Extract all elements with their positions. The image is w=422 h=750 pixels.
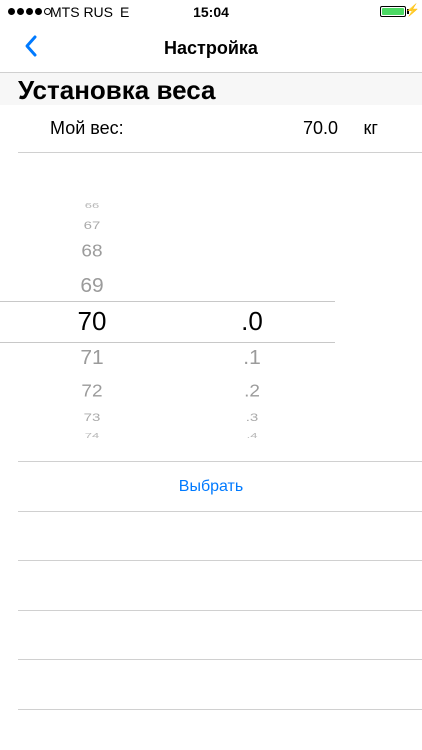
divider bbox=[18, 461, 422, 462]
picker-option[interactable]: 67 bbox=[52, 219, 132, 230]
divider bbox=[18, 709, 422, 710]
picker-selection-band bbox=[0, 301, 335, 343]
choose-button[interactable]: Выбрать bbox=[0, 478, 422, 496]
weight-label: Мой вес: bbox=[50, 118, 124, 138]
weight-unit: кг bbox=[363, 118, 378, 138]
picker-option[interactable]: .3 bbox=[222, 411, 282, 422]
picker-selected-value[interactable]: .0 bbox=[222, 308, 282, 334]
picker-option[interactable]: 69 bbox=[52, 275, 132, 295]
battery-icon bbox=[380, 6, 406, 17]
status-time: 15:04 bbox=[193, 4, 229, 20]
charging-bolt-icon: ⚡ bbox=[405, 3, 420, 17]
picker-option[interactable]: 73 bbox=[52, 411, 132, 422]
weight-row: Мой вес: 70.0 кг bbox=[18, 104, 422, 153]
page-title: Настройка bbox=[164, 38, 258, 58]
weight-value: 70.0 bbox=[302, 118, 338, 138]
section-header: Установка веса bbox=[0, 72, 422, 105]
divider bbox=[18, 610, 422, 611]
section-title: Установка веса bbox=[18, 75, 216, 105]
picker-selected-value[interactable]: 70 bbox=[52, 308, 132, 334]
picker-option[interactable]: .2 bbox=[222, 382, 282, 399]
divider bbox=[18, 659, 422, 660]
picker-option[interactable]: 71 bbox=[52, 347, 132, 367]
picker-option[interactable]: .1 bbox=[222, 347, 282, 367]
picker-option[interactable]: .4 bbox=[222, 431, 282, 438]
divider bbox=[18, 511, 422, 512]
picker-option[interactable]: 68 bbox=[52, 242, 132, 259]
picker-option[interactable]: 66 bbox=[52, 201, 132, 208]
divider bbox=[18, 560, 422, 561]
navigation-bar: Настройка bbox=[0, 24, 422, 72]
status-bar: MTS RUS E 15:04 ⚡ bbox=[0, 0, 422, 24]
weight-picker[interactable]: 66 67 68 69 70 71 72 73 74 .0 .1 .2 .3 .4 bbox=[0, 153, 422, 461]
picker-option[interactable]: 74 bbox=[52, 431, 132, 438]
picker-option[interactable]: 72 bbox=[52, 382, 132, 399]
